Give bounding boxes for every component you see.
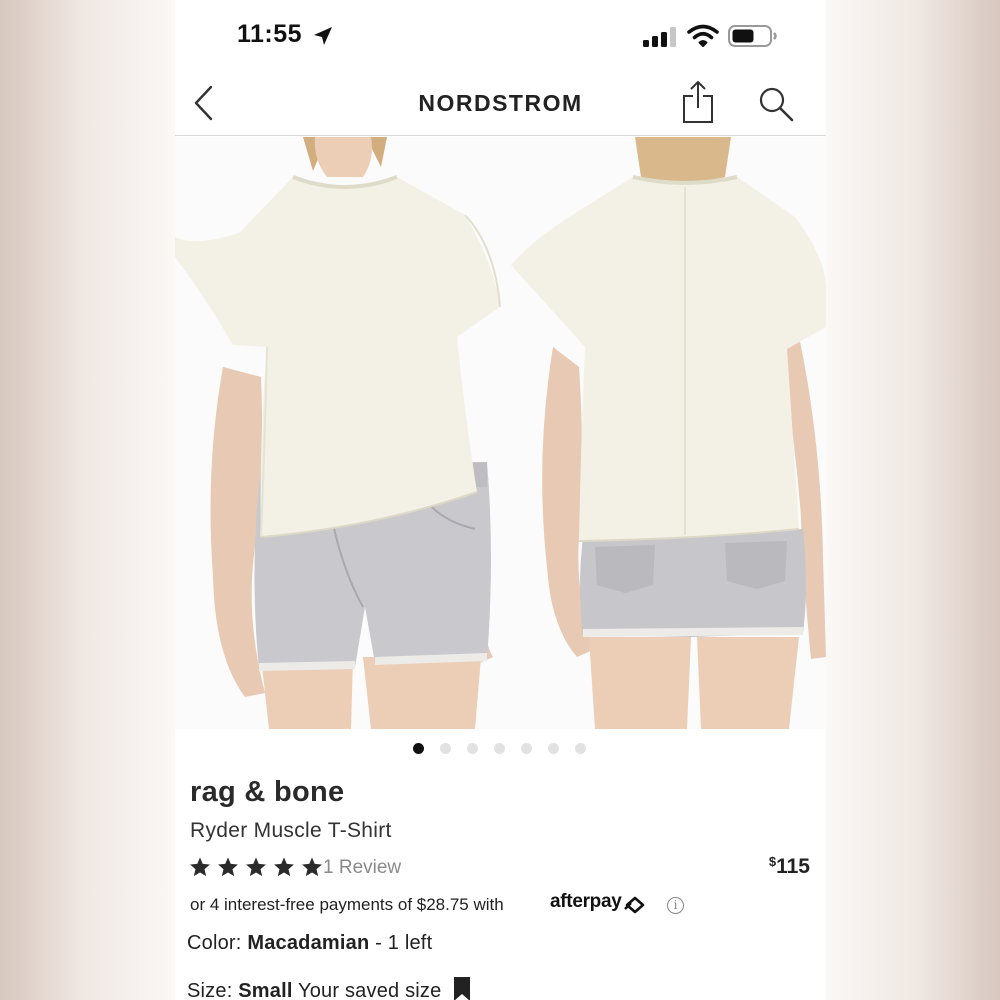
size-label: Size:: [187, 980, 233, 1000]
carousel-dot[interactable]: [521, 743, 532, 754]
search-icon[interactable]: [758, 86, 794, 122]
product-brand[interactable]: rag & bone: [190, 776, 344, 809]
product-title: Ryder Muscle T-Shirt: [190, 819, 392, 842]
carousel-dot[interactable]: [413, 743, 424, 754]
review-count-link[interactable]: 1 Review: [323, 857, 401, 879]
phone-screen: 11:55 NORDSTROM rag & bone Ryder Muscle …: [175, 0, 826, 1000]
star-rating: [189, 855, 324, 881]
status-bar: 11:55: [175, 0, 826, 72]
carousel-dot[interactable]: [440, 743, 451, 754]
afterpay-logo[interactable]: afterpay: [550, 891, 622, 913]
color-stock: - 1 left: [369, 932, 433, 954]
info-icon[interactable]: i: [667, 897, 684, 914]
color-label: Color:: [187, 932, 242, 954]
afterpay-arrows-icon: [624, 896, 645, 914]
location-arrow-icon: [314, 27, 332, 45]
saved-size-note: Your saved size: [298, 980, 442, 1000]
share-icon[interactable]: [681, 80, 715, 124]
wifi-icon: [687, 24, 719, 47]
color-selector[interactable]: Color: Macadamian - 1 left: [187, 932, 432, 955]
product-image[interactable]: [175, 137, 826, 729]
brand-logo[interactable]: NORDSTROM: [175, 90, 826, 117]
size-value: Small: [238, 980, 293, 1000]
star-icon: [217, 855, 239, 879]
status-time: 11:55: [237, 20, 303, 48]
installments-text: or 4 interest-free payments of $28.75 wi…: [190, 895, 504, 914]
carousel-dot[interactable]: [548, 743, 559, 754]
price-amount: 115: [776, 855, 810, 878]
nav-bar: NORDSTROM: [175, 72, 826, 136]
size-selector[interactable]: Size: Small Your saved size: [187, 977, 471, 1000]
image-carousel-dots: [175, 742, 826, 756]
cellular-signal-icon: [643, 27, 676, 47]
star-icon: [245, 855, 267, 879]
battery-icon: [728, 25, 777, 47]
star-icon: [189, 855, 211, 879]
product-price: $115: [769, 854, 810, 879]
carousel-dot[interactable]: [575, 743, 586, 754]
product-photo-illustration: [175, 137, 826, 729]
star-icon: [301, 855, 323, 879]
star-icon: [273, 855, 295, 879]
carousel-dot[interactable]: [467, 743, 478, 754]
carousel-dot[interactable]: [494, 743, 505, 754]
color-value: Macadamian: [247, 932, 370, 954]
bookmark-icon: [454, 977, 471, 1000]
